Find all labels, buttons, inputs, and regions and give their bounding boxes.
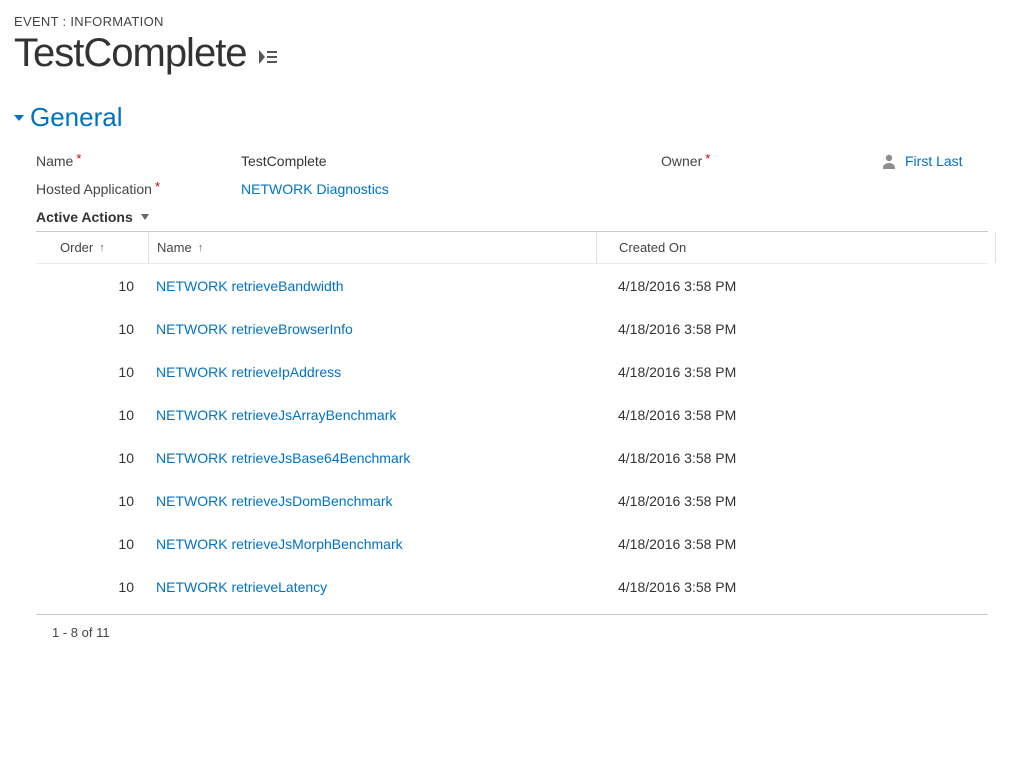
cell-order: 10 [36, 536, 148, 552]
cell-created: 4/18/2016 3:58 PM [596, 579, 996, 595]
cell-name-link[interactable]: NETWORK retrieveJsBase64Benchmark [148, 450, 596, 466]
table-row[interactable]: 10NETWORK retrieveBrowserInfo4/18/2016 3… [36, 307, 988, 350]
cell-order: 10 [36, 407, 148, 423]
cell-order: 10 [36, 278, 148, 294]
table-row[interactable]: 10NETWORK retrieveLatency4/18/2016 3:58 … [36, 565, 988, 608]
cell-order: 10 [36, 364, 148, 380]
cell-order: 10 [36, 493, 148, 509]
actions-grid: Order↑ Name↑ Created On 10NETWORK retrie… [36, 231, 988, 640]
cell-created: 4/18/2016 3:58 PM [596, 407, 996, 423]
section-label: General [30, 102, 123, 133]
cell-name-link[interactable]: NETWORK retrieveJsMorphBenchmark [148, 536, 596, 552]
cell-created: 4/18/2016 3:58 PM [596, 493, 996, 509]
collapse-icon [14, 115, 24, 121]
cell-name-link[interactable]: NETWORK retrieveBandwidth [148, 278, 596, 294]
name-label: Name* [36, 153, 241, 169]
table-row[interactable]: 10NETWORK retrieveIpAddress4/18/2016 3:5… [36, 350, 988, 393]
hostedapp-label: Hosted Application* [36, 181, 241, 197]
table-row[interactable]: 10NETWORK retrieveJsMorphBenchmark4/18/2… [36, 522, 988, 565]
title-menu-icon[interactable] [259, 40, 277, 68]
cell-created: 4/18/2016 3:58 PM [596, 536, 996, 552]
cell-order: 10 [36, 321, 148, 337]
sort-asc-icon: ↑ [99, 242, 105, 254]
cell-order: 10 [36, 450, 148, 466]
page-title: TestComplete [14, 31, 247, 76]
active-actions-toggle[interactable]: Active Actions [36, 209, 988, 225]
cell-created: 4/18/2016 3:58 PM [596, 321, 996, 337]
cell-name-link[interactable]: NETWORK retrieveLatency [148, 579, 596, 595]
section-toggle-general[interactable]: General [14, 102, 1010, 133]
table-row[interactable]: 10NETWORK retrieveJsDomBenchmark4/18/201… [36, 479, 988, 522]
sort-asc-icon: ↑ [198, 242, 204, 254]
col-order[interactable]: Order↑ [36, 232, 148, 263]
chevron-down-icon [141, 214, 149, 220]
breadcrumb: EVENT : INFORMATION [14, 14, 1010, 29]
cell-name-link[interactable]: NETWORK retrieveJsArrayBenchmark [148, 407, 596, 423]
cell-created: 4/18/2016 3:58 PM [596, 364, 996, 380]
pagination-status: 1 - 8 of 11 [36, 614, 988, 640]
table-row[interactable]: 10NETWORK retrieveJsArrayBenchmark4/18/2… [36, 393, 988, 436]
cell-name-link[interactable]: NETWORK retrieveIpAddress [148, 364, 596, 380]
owner-label: Owner* [661, 153, 881, 169]
col-name[interactable]: Name↑ [148, 232, 596, 263]
cell-created: 4/18/2016 3:58 PM [596, 278, 996, 294]
person-icon [881, 153, 897, 169]
cell-name-link[interactable]: NETWORK retrieveBrowserInfo [148, 321, 596, 337]
cell-name-link[interactable]: NETWORK retrieveJsDomBenchmark [148, 493, 596, 509]
owner-value[interactable]: First Last [881, 153, 1024, 169]
grid-header: Order↑ Name↑ Created On [36, 232, 988, 264]
hostedapp-value[interactable]: NETWORK Diagnostics [241, 181, 661, 197]
name-value[interactable]: TestComplete [241, 153, 661, 169]
table-row[interactable]: 10NETWORK retrieveBandwidth4/18/2016 3:5… [36, 264, 988, 307]
cell-order: 10 [36, 579, 148, 595]
col-created[interactable]: Created On [596, 232, 996, 263]
table-row[interactable]: 10NETWORK retrieveJsBase64Benchmark4/18/… [36, 436, 988, 479]
cell-created: 4/18/2016 3:58 PM [596, 450, 996, 466]
